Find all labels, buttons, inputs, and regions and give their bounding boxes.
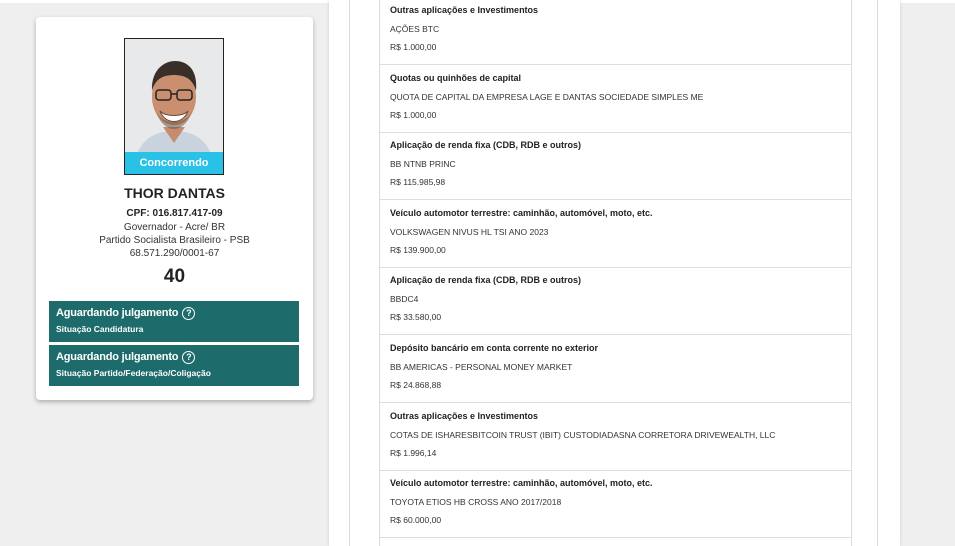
party-status-box: Aguardando julgamento? Situação Partido/… [49, 345, 299, 386]
candidate-cnpj: 68.571.290/0001-67 [129, 248, 220, 259]
asset-type: Veículo automotor terrestre: caminhão, a… [390, 478, 653, 488]
asset-value: R$ 1.000,00 [390, 42, 437, 52]
candidate-name: THOR DANTAS [124, 185, 225, 201]
asset-type: Outras aplicações e Investimentos [390, 411, 539, 421]
asset-description: COTAS DE ISHARESBITCOIN TRUST (IBIT) CUS… [390, 430, 776, 440]
party-status-subtitle: Situação Partido/Federação/Coligação [56, 368, 211, 378]
asset-description: QUOTA DE CAPITAL DA EMPRESA LAGE E DANTA… [390, 92, 704, 102]
asset-item: Outras aplicações e Investimentos COTAS … [380, 403, 851, 471]
help-circle-icon[interactable]: ? [182, 307, 196, 320]
party-status-title: Aguardando julgamento [56, 351, 179, 363]
panel-divider [877, 0, 878, 546]
assets-list: Outras aplicações e Investimentos AÇÕES … [379, 0, 852, 546]
asset-item: Aplicação de renda fixa (CDB, RDB e outr… [380, 132, 851, 200]
candidate-role: Governador - Acre/ BR [123, 222, 226, 233]
candidacy-status-title: Aguardando julgamento [56, 307, 179, 319]
panel-divider [349, 0, 350, 546]
candidate-number: 40 [163, 266, 186, 287]
asset-value: R$ 1.000,00 [390, 110, 437, 120]
asset-type: Depósito bancário em conta corrente no e… [390, 343, 599, 353]
status-badge: Concorrendo [125, 152, 223, 174]
asset-description: BB NTNB PRINC [390, 159, 456, 169]
asset-value: R$ 24.868,88 [390, 380, 442, 390]
asset-type: Veículo automotor terrestre: caminhão, a… [390, 208, 653, 218]
asset-value: R$ 33.580,00 [390, 312, 442, 322]
asset-type: Quotas ou quinhões de capital [390, 73, 522, 83]
asset-type: Aplicação de renda fixa (CDB, RDB e outr… [390, 140, 582, 150]
candidacy-status-box: Aguardando julgamento? Situação Candidat… [49, 301, 299, 342]
asset-description: VOLKSWAGEN NIVUS HL TSI ANO 2023 [390, 227, 549, 237]
candidate-card: Concorrendo THOR DANTAS CPF: 016.817.417… [36, 17, 313, 400]
candidate-photo: Concorrendo [124, 38, 224, 175]
asset-item: Veículo automotor terrestre: caminhão, a… [380, 470, 851, 538]
asset-description: TOYOTA ETIOS HB CROSS ANO 2017/2018 [390, 497, 562, 507]
asset-description: BB AMERICAS - PERSONAL MONEY MARKET [390, 362, 573, 372]
asset-item: Veículo automotor terrestre: caminhão, a… [380, 200, 851, 268]
asset-item: Aplicação de renda fixa (CDB, RDB e outr… [380, 267, 851, 335]
candidate-cpf: CPF: 016.817.417-09 [126, 208, 223, 219]
asset-item: Depósito bancário em conta corrente no e… [380, 335, 851, 403]
candidacy-status-subtitle: Situação Candidatura [56, 324, 144, 334]
asset-description: BBDC4 [390, 294, 419, 304]
asset-value: R$ 60.000,00 [390, 515, 442, 525]
asset-item: Outras aplicações e Investimentos AÇÕES … [380, 0, 851, 65]
asset-type: Aplicação de renda fixa (CDB, RDB e outr… [390, 275, 582, 285]
asset-type: Outras aplicações e Investimentos [390, 5, 539, 15]
asset-item: Quotas ou quinhões de capital QUOTA DE C… [380, 65, 851, 133]
asset-value: R$ 139.900,00 [390, 245, 446, 255]
asset-description: AÇÕES BTC [390, 24, 440, 34]
asset-value: R$ 1.996,14 [390, 448, 437, 458]
help-circle-icon[interactable]: ? [182, 351, 196, 364]
asset-value: R$ 115.985,98 [390, 177, 446, 187]
candidate-party: Partido Socialista Brasileiro - PSB [99, 235, 250, 246]
